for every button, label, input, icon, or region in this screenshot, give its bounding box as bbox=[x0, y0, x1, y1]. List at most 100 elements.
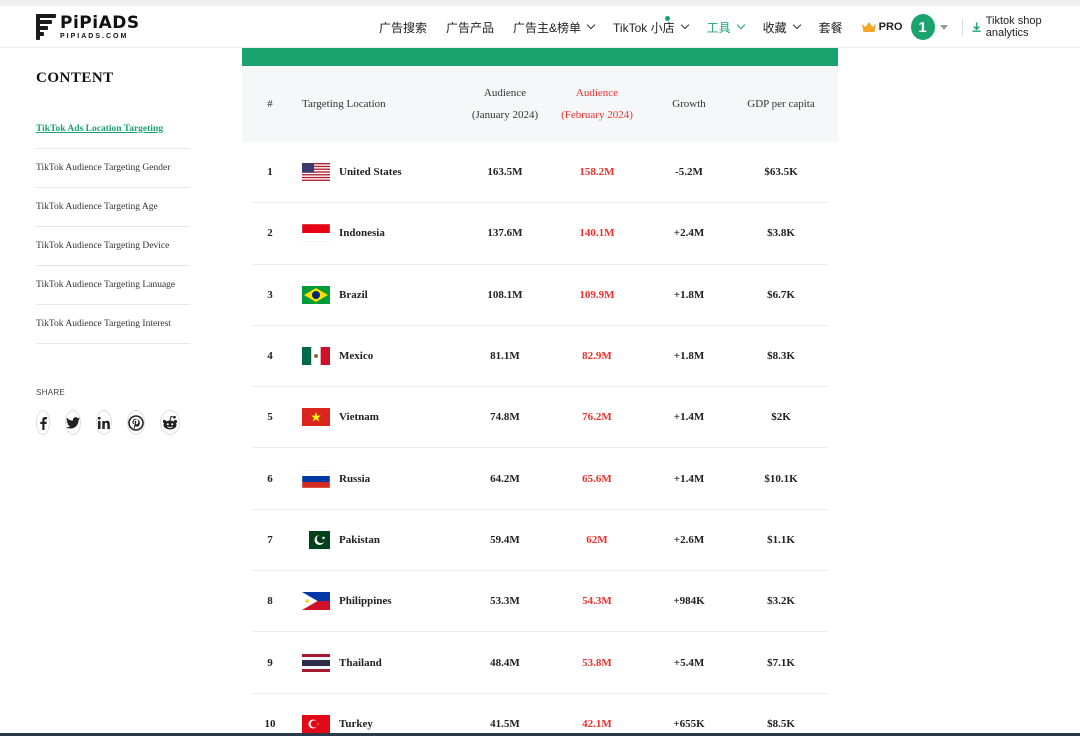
flag-cell bbox=[302, 203, 330, 263]
pinterest-icon bbox=[128, 414, 144, 431]
rank-cell: 3 bbox=[267, 288, 273, 301]
audience-feb-cell: 140.1M bbox=[579, 227, 615, 240]
nav-item-1[interactable]: 广告产品 bbox=[446, 19, 494, 36]
audience-feb-cell: 62M bbox=[586, 533, 608, 546]
table-row: 8 Philippines 53.3M 54.3M +984K $3.2K bbox=[252, 571, 828, 633]
chevron-down-icon bbox=[736, 20, 745, 30]
growth-cell: +5.4M bbox=[673, 656, 705, 669]
br-flag-icon bbox=[302, 285, 330, 304]
pipiads-logo-icon bbox=[36, 14, 56, 40]
country-cell: Turkey bbox=[339, 717, 373, 730]
audience-feb-cell: 76.2M bbox=[582, 411, 612, 424]
crown-icon bbox=[861, 22, 876, 32]
audience-feb-cell: 65.6M bbox=[582, 472, 612, 485]
gdp-cell: $63.5K bbox=[764, 166, 798, 179]
country-cell: Mexico bbox=[339, 350, 374, 363]
rank-cell: 10 bbox=[264, 717, 276, 730]
flag-cell bbox=[302, 694, 330, 736]
reddit-share-button[interactable] bbox=[160, 410, 180, 435]
gdp-cell: $3.8K bbox=[767, 227, 795, 240]
mx-flag-icon bbox=[302, 347, 330, 366]
audience-feb-cell: 53.8M bbox=[582, 656, 612, 669]
rank-cell: 6 bbox=[267, 472, 273, 485]
audience-jan-cell: 74.8M bbox=[490, 411, 520, 424]
rank-cell: 1 bbox=[267, 166, 273, 179]
table-row: 7 Pakistan 59.4M 62M +2.6M $1.1K bbox=[252, 510, 828, 572]
table-row: 10 Turkey 41.5M 42.1M +655K $8.5K bbox=[252, 694, 828, 736]
pipiads-logo[interactable]: PiPiADS PIPIADS.COM bbox=[36, 14, 140, 40]
linkedin-share-button[interactable] bbox=[96, 410, 112, 435]
audience-jan-period: (January 2024) bbox=[471, 109, 539, 121]
table-of-contents: TikTok Ads Location Targeting TikTok Audi… bbox=[36, 111, 190, 344]
flag-cell bbox=[302, 265, 330, 325]
twitter-share-button[interactable] bbox=[65, 410, 81, 435]
th-flag-icon bbox=[302, 653, 330, 672]
facebook-share-button[interactable] bbox=[36, 410, 50, 435]
growth-cell: +1.8M bbox=[673, 288, 705, 301]
audience-jan-cell: 137.6M bbox=[487, 227, 523, 240]
audience-jan-cell: 59.4M bbox=[490, 533, 520, 546]
logo-domain: PIPIADS.COM bbox=[60, 32, 129, 40]
flag-cell bbox=[302, 326, 330, 386]
nav-item-label: 广告主&榜单 bbox=[513, 20, 582, 35]
user-avatar[interactable]: 1 bbox=[910, 14, 935, 40]
audience-jan-cell: 163.5M bbox=[487, 166, 523, 179]
linkedin-icon bbox=[97, 416, 110, 429]
pro-label: PRO bbox=[878, 21, 903, 33]
gdp-cell: $7.1K bbox=[767, 656, 795, 669]
toc-item[interactable]: TikTok Audience Targeting Age bbox=[36, 188, 190, 227]
table-row: 9 Thailand 48.4M 53.8M +5.4M $7.1K bbox=[252, 632, 828, 694]
nav-item-label: 广告产品 bbox=[446, 20, 495, 35]
nav-divider bbox=[961, 18, 963, 36]
vn-flag-icon bbox=[302, 408, 330, 427]
col-header-growth: Growth bbox=[672, 98, 706, 110]
nav-item-label: TikTok 小店 bbox=[613, 20, 675, 35]
table-caption-bar bbox=[242, 48, 838, 66]
rank-cell: 2 bbox=[267, 227, 273, 240]
toc-item[interactable]: TikTok Audience Targeting Interest bbox=[36, 305, 190, 344]
gdp-cell: $3.2K bbox=[767, 595, 795, 608]
account-dropdown-caret-icon[interactable] bbox=[939, 24, 948, 30]
audience-jan-cell: 53.3M bbox=[490, 595, 520, 608]
nav-item-0[interactable]: 广告搜索 bbox=[379, 19, 427, 36]
growth-cell: +2.4M bbox=[673, 227, 705, 240]
pinterest-share-button[interactable] bbox=[127, 410, 145, 435]
col-header-audience-feb: Audience (February 2024) bbox=[549, 66, 645, 142]
chevron-down-icon bbox=[792, 20, 801, 30]
flag-cell bbox=[302, 571, 330, 631]
audience-feb-cell: 109.9M bbox=[579, 288, 615, 301]
toc-item[interactable]: TikTok Audience Targeting Gender bbox=[36, 149, 190, 188]
nav-item-label: 工具 bbox=[706, 20, 731, 35]
tiktok-shop-analytics-link[interactable]: Tiktok shop analytics bbox=[971, 15, 1080, 39]
content-sidebar: CONTENT TikTok Ads Location Targeting Tik… bbox=[36, 70, 190, 435]
country-cell: Pakistan bbox=[339, 533, 380, 546]
nav-item-4[interactable]: 工具 bbox=[706, 19, 745, 36]
rank-cell: 4 bbox=[267, 350, 273, 363]
nav-item-label: 广告搜索 bbox=[379, 20, 428, 35]
nav-item-6[interactable]: 套餐 bbox=[819, 19, 843, 36]
new-dot-icon bbox=[665, 15, 671, 21]
toc-item[interactable]: TikTok Audience Targeting Lanuage bbox=[36, 266, 190, 305]
gdp-cell: $10.1K bbox=[764, 472, 798, 485]
audience-feb-title: Audience bbox=[575, 87, 619, 99]
share-label: SHARE bbox=[36, 388, 66, 397]
nav-item-5[interactable]: 收藏 bbox=[762, 19, 801, 36]
us-flag-icon bbox=[302, 163, 330, 182]
table-row: 3 Brazil 108.1M 109.9M +1.8M $6.7K bbox=[252, 265, 828, 326]
pro-badge[interactable]: PRO bbox=[861, 21, 903, 33]
main-nav: 广告搜索 广告产品 广告主&榜单 TikTok 小店 工具 收藏 套餐 PRO 1 Tiktok … bbox=[379, 6, 1080, 48]
nav-item-2[interactable]: 广告主&榜单 bbox=[513, 19, 596, 36]
id-flag-icon bbox=[302, 224, 330, 243]
audience-feb-cell: 82.9M bbox=[582, 350, 612, 363]
flag-cell bbox=[302, 448, 330, 508]
growth-cell: +984K bbox=[673, 595, 705, 608]
table-header: # Targeting Location Audience (January 2… bbox=[242, 66, 838, 142]
nav-item-3[interactable]: TikTok 小店 bbox=[613, 15, 689, 36]
reddit-icon bbox=[162, 415, 178, 429]
nav-item-label: 收藏 bbox=[762, 20, 787, 35]
toc-item[interactable]: TikTok Audience Targeting Device bbox=[36, 227, 190, 266]
toc-item[interactable]: TikTok Ads Location Targeting bbox=[36, 111, 190, 149]
gdp-cell: $1.1K bbox=[767, 533, 795, 546]
gdp-cell: $8.3K bbox=[767, 350, 795, 363]
audience-jan-cell: 48.4M bbox=[490, 656, 520, 669]
